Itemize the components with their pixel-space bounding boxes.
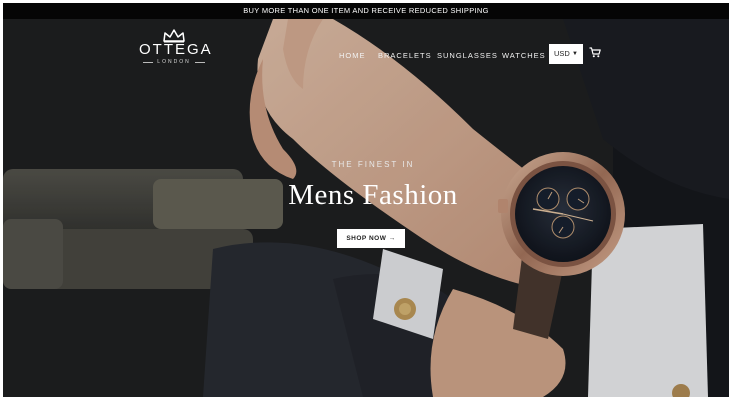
announcement-bar: BUY MORE THAN ONE ITEM AND RECEIVE REDUC… bbox=[3, 3, 729, 19]
nav-item-watches[interactable]: WATCHES bbox=[502, 51, 546, 60]
currency-select[interactable]: USD ▼ bbox=[549, 44, 583, 64]
hero-headline: Mens Fashion bbox=[288, 179, 458, 211]
nav-item-sunglasses[interactable]: SUNGLASSES bbox=[437, 51, 498, 60]
cart-icon[interactable] bbox=[589, 47, 601, 58]
hero-banner: OTTEGA LONDON HOME BRACELETS SUNGLASSES … bbox=[3, 19, 729, 397]
page-frame: BUY MORE THAN ONE ITEM AND RECEIVE REDUC… bbox=[3, 3, 729, 397]
caret-down-icon: ▼ bbox=[572, 51, 578, 57]
currency-value: USD bbox=[554, 49, 570, 58]
shop-now-button[interactable]: SHOP NOW → bbox=[337, 229, 405, 248]
hero-tagline: THE FINEST IN bbox=[331, 160, 415, 169]
nav-item-home[interactable]: HOME bbox=[339, 51, 366, 60]
announcement-text: BUY MORE THAN ONE ITEM AND RECEIVE REDUC… bbox=[243, 6, 489, 15]
nav-item-bracelets[interactable]: BRACELETS bbox=[378, 51, 432, 60]
main-nav: HOME BRACELETS SUNGLASSES WATCHES bbox=[3, 45, 729, 65]
